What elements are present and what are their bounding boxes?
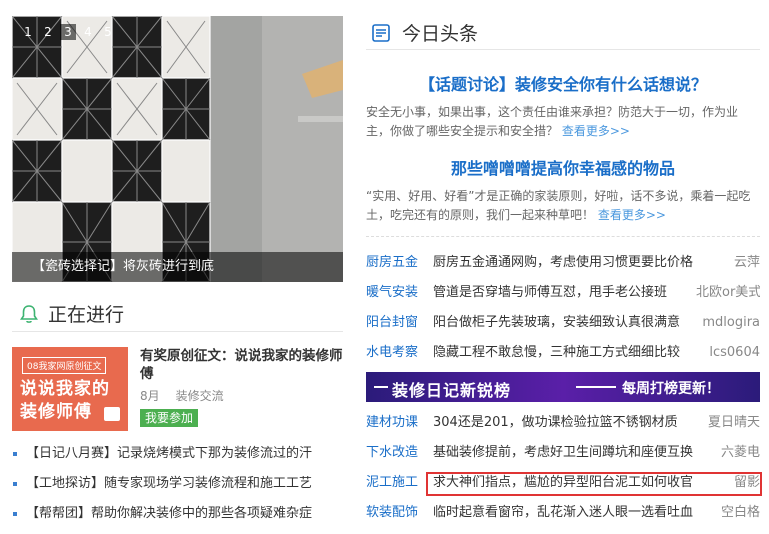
ongoing-list: 【日记八月赛】记录烧烤模式下那为装修流过的汗 【工地探访】随专家现场学习装修流程… — [12, 444, 343, 534]
topic-title[interactable]: 【话题讨论】装修安全你有什么话想说？ — [366, 71, 760, 95]
list-item-text[interactable]: 【日记八月赛】记录烧烤模式下那为装修流过的汗 — [26, 446, 312, 461]
news-title: 今日头条 — [402, 23, 479, 45]
more-link[interactable]: 查看更多>> — [562, 124, 630, 138]
topic-desc: “实用、好用、好看”才是正确的家装原则，好啦，话不多说，乘着一起吃土，吃完还有的… — [366, 187, 760, 225]
banner-line-mid — [576, 386, 616, 388]
topic-desc-text: “实用、好用、好看”才是正确的家装原则，好啦，话不多说，乘着一起吃土，吃完还有的… — [366, 189, 751, 222]
feature-meta: 8月 装修交流 — [140, 387, 224, 404]
thumb-headline-2: 装修师傅 — [20, 402, 92, 422]
row-title[interactable]: 求大神们指点，尴尬的异型阳台泥工如何收官 — [433, 468, 696, 498]
join-button[interactable]: 我要参加 — [140, 409, 199, 427]
topic-desc-text: 安全无小事，如果出事，这个责任由谁来承担？防范大于一切，作为业主，你做了哪些安全… — [366, 105, 739, 138]
row-author[interactable]: 夏日晴天 — [696, 408, 760, 438]
feature-month: 8月 — [140, 389, 160, 403]
diary-row[interactable]: 水电考察 隐藏工程不敢怠慢，三种施工方式细细比较 lcs0604 — [366, 338, 760, 368]
diary-row[interactable]: 泥工施工 求大神们指点，尴尬的异型阳台泥工如何收官 留影 — [366, 468, 760, 498]
list-item-text[interactable]: 【帮帮团】帮助你解决装修中的那些各项疑难杂症 — [26, 506, 312, 521]
row-category[interactable]: 下水改造 — [366, 438, 433, 468]
row-title[interactable]: 管道是否穿墙与师傅互怼，甩手老公接班 — [433, 278, 696, 308]
row-author[interactable]: lcs0604 — [696, 338, 760, 368]
row-category[interactable]: 水电考察 — [366, 338, 433, 368]
newspaper-icon — [372, 23, 390, 42]
slider-dot-2[interactable]: 2 — [40, 24, 56, 40]
row-title[interactable]: 304还是201，做功课检验拉篮不锈钢材质 — [433, 408, 696, 438]
bullet-icon — [13, 512, 17, 516]
gift-icon — [104, 407, 120, 421]
banner-line-left — [374, 386, 388, 388]
bullet-icon — [13, 452, 17, 456]
row-title[interactable]: 基础装修提前，考虑好卫生间蹲坑和座便互换 — [433, 438, 696, 468]
thumb-headline-1: 说说我家的 — [20, 379, 110, 399]
row-category[interactable]: 暖气安装 — [366, 278, 433, 308]
diary-row[interactable]: 厨房五金 厨房五金通通网购，考虑使用习惯更要比价格 云萍 — [366, 248, 760, 278]
list-item[interactable]: 【工地探访】随专家现场学习装修流程和施工工艺 — [12, 474, 343, 504]
feature-thumbnail[interactable]: 08我家网原创征文 说说我家的 装修师傅 — [12, 347, 128, 431]
diary-row[interactable]: 建材功课 304还是201，做功课检验拉篮不锈钢材质 夏日晴天 — [366, 408, 760, 438]
slider-dot-4[interactable]: 4 — [80, 24, 96, 40]
row-category[interactable]: 泥工施工 — [366, 468, 433, 498]
row-title[interactable]: 厨房五金通通网购，考虑使用习惯更要比价格 — [433, 248, 696, 278]
diary-row[interactable]: 阳台封窗 阳台做柜子先装玻璃，安装细致认真很满意 mdlogira — [366, 308, 760, 338]
ranking-banner[interactable]: 装修日记新锐榜 每周打榜更新！ — [366, 372, 760, 402]
row-author[interactable]: 北欧or美式 — [696, 278, 760, 308]
row-title[interactable]: 隐藏工程不敢怠慢，三种施工方式细细比较 — [433, 338, 696, 368]
slider-pagination: 1 2 3 4 5 — [20, 24, 116, 40]
slider-dot-1[interactable]: 1 — [20, 24, 36, 40]
row-title[interactable]: 临时起意看窗帘，乱花渐入迷人眼一选看吐血 — [433, 498, 696, 528]
list-item[interactable]: 【日记八月赛】记录烧烤模式下那为装修流过的汗 — [12, 444, 343, 474]
list-item-text[interactable]: 【工地探访】随专家现场学习装修流程和施工工艺 — [26, 476, 312, 491]
slider-caption[interactable]: 【瓷砖选择记】将灰砖进行到底 — [12, 252, 343, 282]
diary-row[interactable]: 暖气安装 管道是否穿墙与师傅互怼，甩手老公接班 北欧or美式 — [366, 278, 760, 308]
more-link[interactable]: 查看更多>> — [598, 208, 666, 222]
ongoing-title: 正在进行 — [48, 304, 125, 326]
row-author[interactable]: 云萍 — [696, 248, 760, 278]
diary-list-top: 厨房五金 厨房五金通通网购，考虑使用习惯更要比价格 云萍 暖气安装 管道是否穿墙… — [366, 248, 760, 368]
topic-title[interactable]: 那些噌噌噌提高你幸福感的物品 — [366, 155, 760, 179]
topic-block: 那些噌噌噌提高你幸福感的物品 “实用、好用、好看”才是正确的家装原则，好啦，话不… — [366, 155, 760, 225]
tile-wall-photo — [12, 16, 343, 282]
row-author[interactable]: 六菱电 — [696, 438, 760, 468]
list-item[interactable]: 【帮帮团】帮助你解决装修中的那些各项疑难杂症 — [12, 504, 343, 534]
feature-title[interactable]: 有奖原创征文：说说我家的装修师傅 — [140, 347, 343, 383]
slider-dot-3[interactable]: 3 — [60, 24, 76, 40]
row-category[interactable]: 厨房五金 — [366, 248, 433, 278]
feature-category[interactable]: 装修交流 — [176, 387, 224, 404]
row-author[interactable]: mdlogira — [696, 308, 760, 338]
topic-block: 【话题讨论】装修安全你有什么话想说？ 安全无小事，如果出事，这个责任由谁来承担？… — [366, 71, 760, 141]
diary-row[interactable]: 软装配饰 临时起意看窗帘，乱花渐入迷人眼一选看吐血 空白格 — [366, 498, 760, 528]
ongoing-section-header: 正在进行 — [12, 296, 343, 332]
row-author[interactable]: 留影 — [696, 468, 760, 498]
news-section-header: 今日头条 — [366, 16, 760, 50]
bullet-icon — [13, 482, 17, 486]
divider — [366, 236, 760, 237]
slider-dot-5[interactable]: 5 — [100, 24, 116, 40]
feature-card: 08我家网原创征文 说说我家的 装修师傅 有奖原创征文：说说我家的装修师傅 8月… — [12, 347, 343, 431]
image-slider[interactable]: 1 2 3 4 5 【瓷砖选择记】将灰砖进行到底 — [12, 16, 343, 282]
diary-row[interactable]: 下水改造 基础装修提前，考虑好卫生间蹲坑和座便互换 六菱电 — [366, 438, 760, 468]
topic-desc: 安全无小事，如果出事，这个责任由谁来承担？防范大于一切，作为业主，你做了哪些安全… — [366, 103, 760, 141]
row-title[interactable]: 阳台做柜子先装玻璃，安装细致认真很满意 — [433, 308, 696, 338]
banner-right-text: 每周打榜更新！ — [622, 381, 720, 397]
row-author[interactable]: 空白格 — [696, 498, 760, 528]
banner-left-text: 装修日记新锐榜 — [392, 381, 512, 400]
row-category[interactable]: 软装配饰 — [366, 498, 433, 528]
row-category[interactable]: 阳台封窗 — [366, 308, 433, 338]
row-category[interactable]: 建材功课 — [366, 408, 433, 438]
diary-list-bottom: 建材功课 304还是201，做功课检验拉篮不锈钢材质 夏日晴天 下水改造 基础装… — [366, 408, 760, 528]
bell-icon — [20, 304, 38, 323]
thumb-tag: 08我家网原创征文 — [22, 357, 107, 374]
